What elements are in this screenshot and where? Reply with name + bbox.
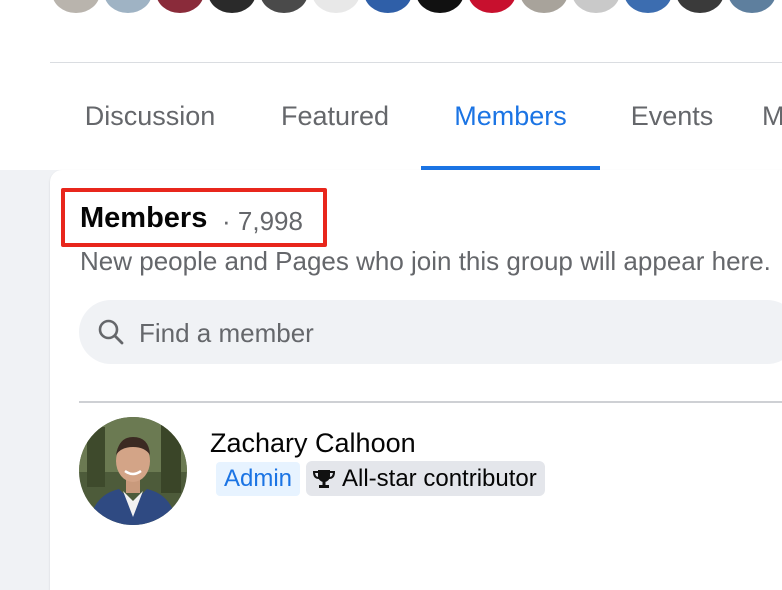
member-mini-avatar[interactable] bbox=[674, 0, 726, 15]
member-mini-avatar[interactable] bbox=[622, 0, 674, 15]
member-mini-avatar[interactable] bbox=[50, 0, 102, 15]
tab-members[interactable]: Members bbox=[421, 63, 600, 170]
member-mini-avatar[interactable] bbox=[518, 0, 570, 15]
member-search[interactable] bbox=[79, 300, 782, 366]
member-mini-avatar[interactable] bbox=[206, 0, 258, 15]
tab-featured[interactable]: Featured bbox=[264, 63, 406, 170]
member-mini-avatar[interactable] bbox=[310, 0, 362, 15]
member-mini-avatar[interactable] bbox=[154, 0, 206, 15]
admin-badge: Admin bbox=[216, 462, 301, 496]
group-tabs: Discussion Featured Members Events M bbox=[50, 63, 782, 170]
trophy-icon bbox=[312, 469, 336, 488]
tab-more[interactable]: M bbox=[762, 63, 782, 170]
member-mini-avatar[interactable] bbox=[726, 0, 778, 15]
member-mini-avatar[interactable] bbox=[570, 0, 622, 15]
member-mini-avatar[interactable] bbox=[414, 0, 466, 15]
member-name[interactable]: Zachary Calhoon bbox=[210, 428, 416, 459]
all-star-label: All-star contributor bbox=[342, 465, 537, 492]
search-input[interactable] bbox=[137, 300, 781, 366]
search-icon bbox=[98, 319, 124, 345]
members-subtitle: New people and Pages who join this group… bbox=[80, 246, 771, 276]
member-avatar-strip bbox=[50, 0, 782, 15]
tab-events[interactable]: Events bbox=[615, 63, 729, 170]
tab-discussion[interactable]: Discussion bbox=[68, 63, 232, 170]
member-mini-avatar[interactable] bbox=[258, 0, 310, 15]
all-star-badge: All-star contributor bbox=[306, 461, 545, 496]
avatar[interactable] bbox=[79, 417, 187, 525]
member-mini-avatar[interactable] bbox=[362, 0, 414, 15]
section-divider bbox=[79, 401, 782, 403]
member-mini-avatar[interactable] bbox=[102, 0, 154, 15]
highlight-annotation bbox=[61, 188, 327, 247]
group-header: Discussion Featured Members Events M bbox=[0, 0, 782, 170]
member-mini-avatar[interactable] bbox=[466, 0, 518, 15]
